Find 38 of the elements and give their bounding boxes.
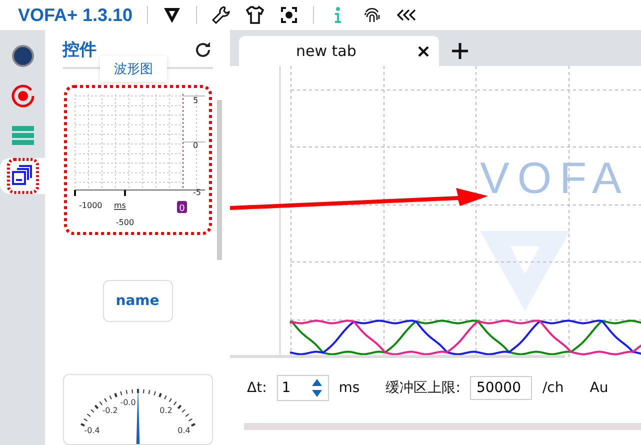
plot-scrollbar[interactable] <box>230 355 565 358</box>
dt-spinbox[interactable]: 1 <box>276 375 329 401</box>
scrollbar[interactable] <box>217 100 222 260</box>
buffer-unit: /ch <box>542 380 564 396</box>
dt-label: Δt: <box>247 380 267 396</box>
dt-unit: ms <box>338 380 360 396</box>
record-icon[interactable] <box>10 84 34 108</box>
screenshot-icon[interactable] <box>278 5 299 25</box>
panel-title: 控件 <box>62 39 96 61</box>
collapse-icon[interactable] <box>396 8 418 22</box>
close-icon[interactable] <box>418 46 429 56</box>
v-logo-icon[interactable] <box>162 5 182 25</box>
shirt-icon[interactable] <box>244 5 265 25</box>
y-tick-label: 5 <box>192 96 198 105</box>
buffer-label: 缓冲区上限: <box>386 379 460 397</box>
v-logo-watermark-icon <box>480 231 570 311</box>
fingerprint-icon[interactable] <box>362 5 382 25</box>
add-tab-icon[interactable] <box>451 42 469 60</box>
x-tick-label: -1000 <box>78 201 102 210</box>
waveform-widget-card[interactable]: 5 0 -5 -1000 -500 ms 0 <box>64 85 212 235</box>
y-tick-label: -5 <box>192 188 200 197</box>
rail-tab[interactable] <box>0 158 45 194</box>
name-button[interactable]: name <box>102 280 172 322</box>
windows-icon[interactable] <box>6 158 38 194</box>
auto-label: Au <box>590 380 608 396</box>
y-tick-label: 0 <box>192 141 198 150</box>
plot-logo-text: VOFA <box>480 154 630 204</box>
tooltip: 波形图 <box>100 56 167 82</box>
tab[interactable]: new tab <box>239 36 439 66</box>
gauge-widget-card[interactable]: -0.2 -0.0 0.2 -0.4 0.4 <box>62 374 212 445</box>
dark-circle-icon[interactable] <box>12 45 34 67</box>
channel-badge: 0 <box>176 201 186 214</box>
unit-label: ms <box>114 201 126 210</box>
buffer-input[interactable]: 50000 <box>470 376 532 400</box>
wrench-icon[interactable] <box>210 5 231 25</box>
x-tick-label: -500 <box>115 218 134 227</box>
app-title: VOFA+ 1.3.10 <box>18 4 133 26</box>
bottom-scrollbar[interactable] <box>244 423 641 430</box>
